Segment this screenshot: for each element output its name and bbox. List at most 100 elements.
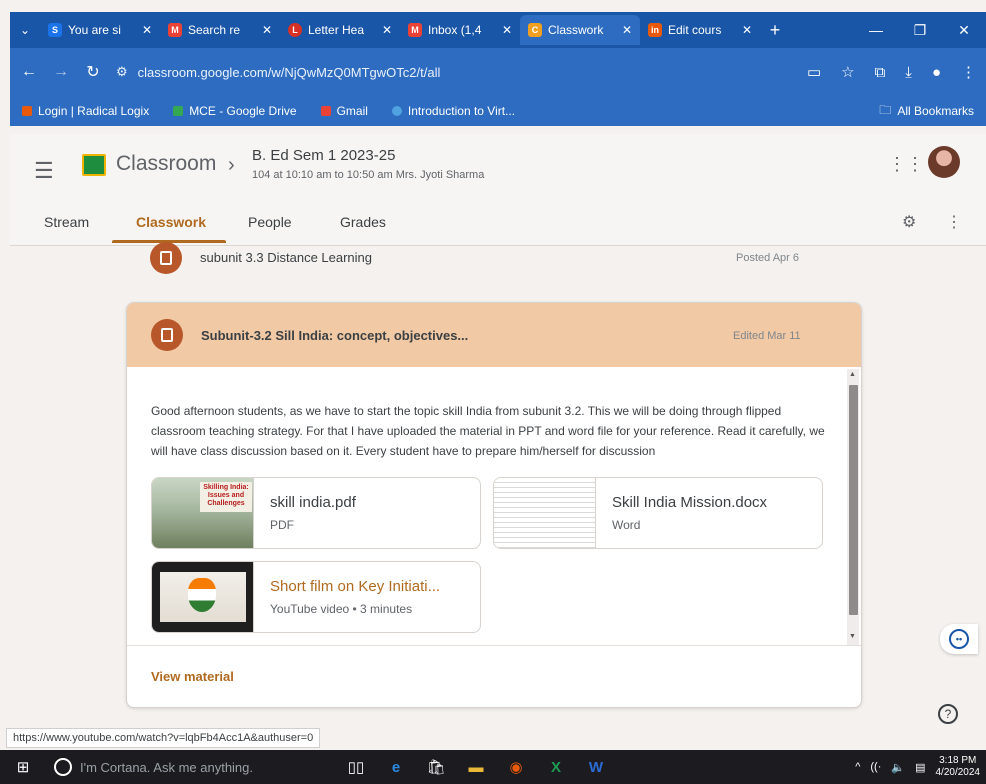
browser-tab-active[interactable]: C Classwork ✕ [520, 15, 640, 45]
pdf-thumbnail: Skilling India: Issues and Challenges [152, 478, 254, 548]
store-icon[interactable]: 🛍 [416, 758, 456, 776]
download-icon[interactable]: ⤓ [905, 64, 912, 81]
extensions-icon[interactable]: ⧉ [875, 64, 886, 81]
bookmark-item[interactable]: MCE - Google Drive [173, 104, 297, 118]
bookmark-label: Introduction to Virt... [407, 104, 516, 118]
breadcrumb-chevron-icon: › [228, 154, 235, 176]
thumbnail-caption: Skilling India: Issues and Challenges [200, 482, 252, 512]
link-status-bubble: https://www.youtube.com/watch?v=lqbFb4Ac… [6, 728, 321, 748]
course-name[interactable]: B. Ed Sem 1 2023-25 [252, 147, 395, 164]
help-icon[interactable]: ? [938, 704, 958, 724]
tray-chevron-icon[interactable]: ^ [855, 761, 860, 773]
card-header[interactable]: Subunit-3.2 Sill India: concept, objecti… [127, 303, 861, 367]
card-date: Edited Mar 11 [733, 330, 801, 342]
all-bookmarks-button[interactable]: 🗀 All Bookmarks [879, 101, 974, 122]
tab-classwork[interactable]: Classwork [136, 214, 206, 230]
network-icon[interactable]: ((· [870, 761, 881, 773]
windows-taskbar: ⊞ I'm Cortana. Ask me anything. ▯▯ e 🛍 ▬… [0, 750, 986, 784]
back-icon[interactable]: ← [20, 63, 38, 81]
bookmark-item[interactable]: Login | Radical Logix [22, 104, 149, 118]
tab-close-icon[interactable]: ✕ [742, 23, 752, 37]
attachment-docx[interactable]: Skill India Mission.docx Word [493, 477, 823, 549]
material-card: Subunit-3.2 Sill India: concept, objecti… [126, 302, 862, 708]
classwork-item[interactable]: subunit 3.3 Distance Learning Posted Apr… [150, 242, 850, 274]
attachment-title: Short film on Key Initiati... [270, 578, 441, 595]
tab-favicon-icon: C [528, 23, 542, 37]
clock-date: 4/20/2024 [935, 767, 981, 778]
edge-icon[interactable]: e [376, 759, 416, 776]
tab-stream[interactable]: Stream [44, 214, 89, 230]
tab-close-icon[interactable]: ✕ [502, 23, 512, 37]
restore-icon[interactable]: ❐ [898, 22, 942, 39]
clock[interactable]: 3:18 PM 4/20/2024 [936, 755, 981, 779]
menu-dots-icon[interactable]: ⋮ [961, 63, 976, 81]
profile-icon[interactable]: ● [932, 64, 941, 81]
tab-people[interactable]: People [248, 214, 292, 230]
view-material-link[interactable]: View material [151, 669, 234, 684]
scroll-down-icon[interactable]: ▼ [849, 633, 856, 640]
windows-start-icon[interactable]: ⊞ [0, 758, 46, 776]
tab-close-icon[interactable]: ✕ [142, 23, 152, 37]
tab-label: Classwork [548, 23, 604, 37]
browser-tab[interactable]: M Inbox (1,4 ✕ [400, 16, 520, 44]
gmail-icon [320, 106, 331, 116]
avatar[interactable] [928, 146, 960, 178]
url-text: classroom.google.com/w/NjQwMzQ0MTgwOTc2/… [137, 64, 441, 80]
main-menu-icon[interactable]: ☰ [34, 158, 54, 184]
url-field[interactable]: ⚙ classroom.google.com/w/NjQwMzQ0MTgwOTc… [116, 56, 716, 88]
browser-tab[interactable]: S You are si ✕ [40, 16, 160, 44]
attachment-title: skill india.pdf [270, 494, 356, 511]
tab-grades[interactable]: Grades [340, 214, 386, 230]
minimize-icon[interactable]: — [854, 22, 898, 39]
close-window-icon[interactable]: ✕ [942, 22, 986, 39]
tab-close-icon[interactable]: ✕ [262, 23, 272, 37]
tab-close-icon[interactable]: ✕ [622, 23, 632, 37]
system-tray: ^ ((· 🔈 ▤ 3:18 PM 4/20/2024 [855, 755, 986, 779]
site-info-icon[interactable]: ⚙ [116, 64, 128, 80]
new-tab-icon[interactable]: + [760, 20, 790, 41]
bookmark-favicon-icon [22, 106, 32, 116]
app-title[interactable]: Classroom [116, 152, 216, 176]
card-scrollbar-thumb[interactable] [849, 385, 858, 615]
bookmark-star-icon[interactable]: ☆ [841, 63, 854, 81]
bookmark-item[interactable]: Gmail [320, 104, 368, 118]
reload-icon[interactable]: ↻ [84, 62, 102, 82]
item-title: subunit 3.3 Distance Learning [200, 250, 373, 265]
volume-icon[interactable]: 🔈 [891, 761, 905, 774]
browser-tab[interactable]: M Search re ✕ [160, 16, 280, 44]
settings-gear-icon[interactable]: ⚙ [902, 212, 916, 232]
bookmark-label: Gmail [336, 104, 368, 118]
task-view-icon[interactable]: ▯▯ [336, 758, 376, 776]
tab-favicon-icon: M [408, 23, 422, 37]
classroom-logo-icon[interactable] [82, 154, 106, 176]
bookmark-label: Login | Radical Logix [38, 104, 150, 118]
assistant-fab[interactable]: •• [940, 624, 978, 654]
browser-tab-strip: ⌄ S You are si ✕ M Search re ✕ L Letter … [10, 12, 986, 48]
folder-icon: 🗀 [879, 102, 892, 117]
bookmark-item[interactable]: Introduction to Virt... [391, 104, 516, 118]
course-subtitle: 104 at 10:10 am to 10:50 am Mrs. Jyoti S… [252, 169, 485, 181]
tab-favicon-icon: M [168, 23, 182, 37]
word-icon[interactable]: W [576, 759, 616, 776]
card-description: Good afternoon students, as we have to s… [151, 404, 825, 458]
attachment-youtube[interactable]: Short film on Key Initiati... YouTube vi… [151, 561, 481, 633]
file-explorer-icon[interactable]: ▬ [456, 759, 496, 776]
tab-search-chevron-icon[interactable]: ⌄ [10, 12, 40, 48]
browser-tab[interactable]: L Letter Hea ✕ [280, 16, 400, 44]
tab-label: Edit cours [668, 23, 722, 37]
tab-close-icon[interactable]: ✕ [382, 23, 392, 37]
chrome-icon[interactable]: ◉ [496, 758, 536, 776]
more-vert-icon[interactable]: ⋮ [946, 212, 962, 232]
browser-tab[interactable]: in Edit cours ✕ [640, 16, 760, 44]
scroll-up-icon[interactable]: ▲ [849, 371, 856, 378]
attachment-pdf[interactable]: Skilling India: Issues and Challenges sk… [151, 477, 481, 549]
notification-icon[interactable]: ▤ [915, 761, 925, 774]
attachment-type: Word [612, 518, 641, 532]
forward-icon[interactable]: → [52, 63, 70, 81]
cortana-search-box[interactable]: I'm Cortana. Ask me anything. [46, 750, 336, 784]
video-thumbnail [152, 562, 254, 632]
tab-favicon-icon: L [288, 23, 302, 37]
excel-icon[interactable]: X [536, 759, 576, 776]
bookmarks-bar: Login | Radical Logix MCE - Google Drive… [10, 96, 986, 126]
cast-icon[interactable]: ▭ [807, 63, 821, 81]
